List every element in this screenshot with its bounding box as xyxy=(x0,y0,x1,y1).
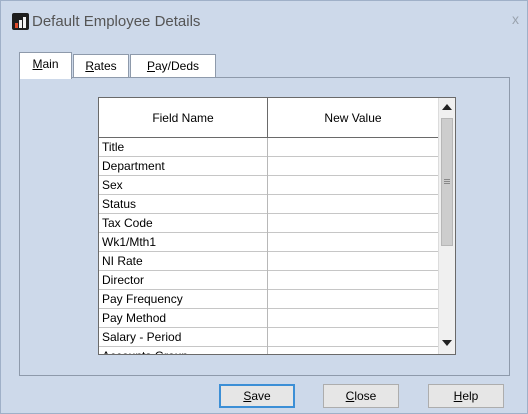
vertical-scrollbar[interactable] xyxy=(438,98,455,354)
new-value-cell[interactable] xyxy=(268,252,439,271)
new-value-cell[interactable] xyxy=(268,176,439,195)
new-value-cell[interactable] xyxy=(268,309,439,328)
scroll-down-arrow-icon[interactable] xyxy=(442,340,452,346)
field-name-cell: Tax Code xyxy=(99,214,268,233)
help-mnemonic: H xyxy=(453,389,463,403)
new-value-cell[interactable] xyxy=(268,138,439,157)
field-name-cell: Title xyxy=(99,138,268,157)
grid-header: Field Name New Value xyxy=(99,98,439,138)
new-value-cell[interactable] xyxy=(268,214,439,233)
tab-pay-deds[interactable]: Pay/Deds xyxy=(130,54,216,78)
field-name-cell: Wk1/Mth1 xyxy=(99,233,268,252)
title-bar[interactable]: Default Employee Details x xyxy=(1,1,527,42)
grip-icon xyxy=(444,179,450,184)
table-row[interactable]: Wk1/Mth1 xyxy=(99,233,439,252)
table-row[interactable]: Status xyxy=(99,195,439,214)
grid-rows: Title Department Sex Status Tax Code Wk1… xyxy=(99,138,439,354)
tab-rates[interactable]: Rates xyxy=(73,54,129,78)
new-value-cell[interactable] xyxy=(268,195,439,214)
fields-grid[interactable]: Field Name New Value Title Department Se… xyxy=(98,97,456,355)
field-name-cell: Director xyxy=(99,271,268,290)
close-window-button[interactable]: x xyxy=(512,11,519,27)
table-row[interactable]: NI Rate xyxy=(99,252,439,271)
tab-main-mnemonic: M xyxy=(32,57,43,71)
column-header-field-name[interactable]: Field Name xyxy=(99,98,268,138)
dialog-window: Default Employee Details x Main Rates Pa… xyxy=(0,0,528,414)
column-header-new-value[interactable]: New Value xyxy=(268,98,439,138)
field-name-cell: Salary - Period xyxy=(99,328,268,347)
payroll-app-icon xyxy=(12,13,29,30)
tab-pay-deds-mnemonic: P xyxy=(146,59,155,73)
close-button[interactable]: Close xyxy=(323,384,399,408)
table-row[interactable]: Title xyxy=(99,138,439,157)
table-row[interactable]: Pay Frequency xyxy=(99,290,439,309)
save-label: ave xyxy=(251,389,271,403)
field-name-cell: Status xyxy=(99,195,268,214)
new-value-cell[interactable] xyxy=(268,347,439,354)
new-value-cell[interactable] xyxy=(268,157,439,176)
new-value-cell[interactable] xyxy=(268,271,439,290)
new-value-cell[interactable] xyxy=(268,290,439,309)
tab-pay-deds-label: ay/Deds xyxy=(154,59,200,73)
field-name-cell: Sex xyxy=(99,176,268,195)
help-button[interactable]: Help xyxy=(428,384,504,408)
save-button[interactable]: Save xyxy=(219,384,295,408)
tab-rates-mnemonic: R xyxy=(85,59,94,73)
table-row[interactable]: Sex xyxy=(99,176,439,195)
tab-main[interactable]: Main xyxy=(19,52,72,79)
table-row[interactable]: Department xyxy=(99,157,439,176)
save-mnemonic: S xyxy=(243,389,252,403)
scrollbar-thumb[interactable] xyxy=(441,118,453,246)
close-mnemonic: C xyxy=(345,389,355,403)
field-name-cell: NI Rate xyxy=(99,252,268,271)
close-label: lose xyxy=(354,389,377,403)
table-row[interactable]: Salary - Period xyxy=(99,328,439,347)
field-name-cell: Pay Method xyxy=(99,309,268,328)
field-name-cell: Accounts Group xyxy=(99,347,268,354)
table-row[interactable]: Tax Code xyxy=(99,214,439,233)
window-title: Default Employee Details xyxy=(32,13,201,30)
table-row[interactable]: Director xyxy=(99,271,439,290)
new-value-cell[interactable] xyxy=(268,328,439,347)
scroll-up-arrow-icon[interactable] xyxy=(442,104,452,110)
field-name-cell: Department xyxy=(99,157,268,176)
table-row[interactable]: Pay Method xyxy=(99,309,439,328)
field-name-cell: Pay Frequency xyxy=(99,290,268,309)
table-row[interactable]: Accounts Group xyxy=(99,347,439,354)
tab-main-label: ain xyxy=(42,57,59,71)
help-label: elp xyxy=(462,389,479,403)
new-value-cell[interactable] xyxy=(268,233,439,252)
tab-rates-label: ates xyxy=(93,59,117,73)
